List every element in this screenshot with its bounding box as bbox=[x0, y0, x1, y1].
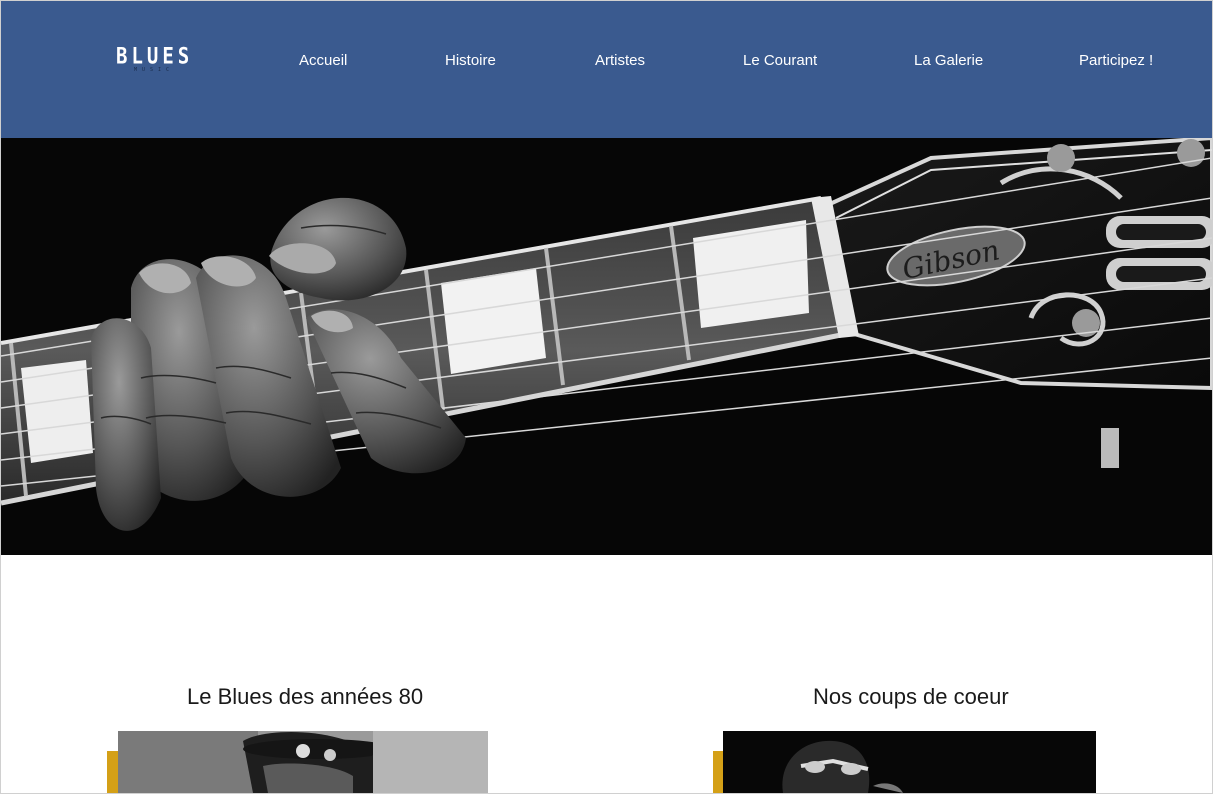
section-title-coups-de-coeur: Nos coups de coeur bbox=[813, 684, 1009, 709]
nav-accueil[interactable]: Accueil bbox=[299, 51, 347, 71]
hero-image: Gibson bbox=[1, 138, 1212, 555]
nav-le-courant[interactable]: Le Courant bbox=[743, 51, 817, 71]
card-image-singer[interactable] bbox=[723, 731, 1096, 793]
card-image-musician[interactable] bbox=[118, 731, 488, 793]
nav-artistes[interactable]: Artistes bbox=[595, 51, 645, 71]
nav-histoire[interactable]: Histoire bbox=[445, 51, 496, 71]
page: BLUES MUSIC Accueil Histoire Artistes Le… bbox=[0, 0, 1213, 794]
musician-photo bbox=[118, 731, 488, 793]
singer-photo bbox=[723, 731, 1096, 793]
guitar-illustration: Gibson bbox=[1, 138, 1212, 555]
site-logo[interactable]: BLUES MUSIC bbox=[116, 43, 194, 75]
nav-participez[interactable]: Participez ! bbox=[1079, 51, 1153, 71]
section-title-blues-80s: Le Blues des années 80 bbox=[187, 684, 424, 709]
logo-text: BLUES bbox=[116, 43, 194, 70]
nav-la-galerie[interactable]: La Galerie bbox=[914, 51, 983, 71]
site-header: BLUES MUSIC Accueil Histoire Artistes Le… bbox=[1, 1, 1212, 138]
